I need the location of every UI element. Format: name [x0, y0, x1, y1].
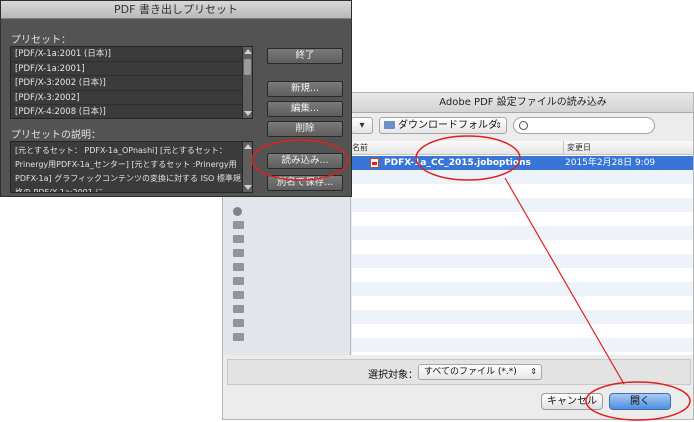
scroll-thumb[interactable] [244, 59, 251, 75]
folder-popup-label: ダウンロードフォルダ [398, 120, 498, 131]
empty-row [352, 226, 693, 240]
disc-icon[interactable] [233, 207, 242, 216]
new-button[interactable]: 新規... [267, 81, 343, 97]
search-input[interactable] [532, 119, 650, 132]
scroll-down-icon[interactable] [244, 111, 252, 116]
file-list: 名前 変更日 PDFX-1a_CC_2015.joboptions 2015年2… [352, 141, 693, 355]
description-label: プリセットの説明： [11, 130, 101, 141]
description-scrollbar[interactable] [242, 142, 252, 192]
empty-row [352, 324, 693, 338]
preset-list-scrollbar[interactable] [242, 47, 252, 118]
empty-row [352, 310, 693, 324]
folder-icon[interactable] [233, 333, 244, 341]
save-as-button[interactable]: 別名で保存... [267, 175, 343, 191]
empty-row [352, 268, 693, 282]
preset-dialog-title: PDF 書き出しプリセット [1, 1, 351, 19]
folder-icon [384, 121, 395, 129]
empty-row [352, 170, 693, 184]
chevron-updown-icon: ⇕ [495, 121, 502, 130]
file-modified-date: 2015年2月28日 9:09 [565, 158, 656, 168]
folder-popup[interactable]: ダウンロードフォルダ ⇕ [379, 117, 507, 134]
file-type-value: すべてのファイル (*.*) [424, 367, 517, 377]
pdf-file-icon [370, 158, 379, 168]
search-icon [519, 121, 528, 130]
presets-label: プリセット： [11, 35, 71, 46]
folder-icon[interactable] [233, 305, 244, 313]
empty-row [352, 184, 693, 198]
folder-icon[interactable] [233, 249, 244, 257]
folder-icon[interactable] [233, 291, 244, 299]
scroll-up-icon[interactable] [244, 49, 252, 54]
load-button[interactable]: 読み込み... [267, 153, 343, 169]
empty-row [352, 198, 693, 212]
pdf-preset-dialog: PDF 書き出しプリセット プリセット： [PDF/X-1a:2001 (日本)… [0, 0, 352, 197]
scroll-down-icon[interactable] [244, 185, 252, 190]
file-list-header: 名前 変更日 [352, 141, 693, 155]
column-modified-header[interactable]: 変更日 [563, 141, 591, 155]
column-name-header[interactable]: 名前 [352, 141, 368, 154]
preset-item[interactable]: [PDF/X-1a:2001 (日本)] [11, 47, 252, 62]
chevron-updown-icon: ⇕ [530, 367, 537, 376]
file-name: PDFX-1a_CC_2015.joboptions [384, 158, 531, 168]
preset-item[interactable]: [PDF/X-3:2002] [11, 91, 252, 105]
preset-description-box: [元とするセット： PDFX-1a_OPnashi] [元とするセット： Pri… [10, 141, 253, 193]
folder-icon[interactable] [233, 263, 244, 271]
file-type-select[interactable]: すべてのファイル (*.*) ⇕ [418, 364, 542, 380]
folder-icon[interactable] [233, 221, 244, 229]
cancel-button[interactable]: キャンセル [541, 393, 603, 410]
view-options-button[interactable]: ▾ [351, 117, 373, 134]
empty-row [352, 282, 693, 296]
folder-icon[interactable] [233, 319, 244, 327]
file-type-bar: 選択対象： すべてのファイル (*.*) ⇕ [227, 359, 691, 385]
edit-button[interactable]: 編集... [267, 101, 343, 117]
empty-row [352, 352, 693, 355]
done-button[interactable]: 終了 [267, 48, 343, 64]
file-list-rows: PDFX-1a_CC_2015.joboptions 2015年2月28日 9:… [352, 156, 693, 355]
preset-description-text: [元とするセット： PDFX-1a_OPnashi] [元とするセット： Pri… [15, 146, 241, 193]
empty-row [352, 296, 693, 310]
filter-label: 選択対象： [368, 370, 418, 381]
preset-list: [PDF/X-1a:2001 (日本)] [PDF/X-1a:2001] [PD… [10, 46, 253, 119]
search-field[interactable] [513, 117, 655, 134]
preset-item[interactable]: [PDF/X-4:2008 (日本)] [11, 105, 252, 118]
empty-row [352, 212, 693, 226]
empty-row [352, 254, 693, 268]
empty-row [352, 338, 693, 352]
scroll-up-icon[interactable] [244, 144, 252, 149]
preset-item[interactable]: [PDF/X-1a:2001] [11, 62, 252, 76]
empty-row [352, 240, 693, 254]
folder-icon[interactable] [233, 235, 244, 243]
folder-icon[interactable] [233, 277, 244, 285]
preset-item[interactable]: [PDF/X-3:2002 (日本)] [11, 76, 252, 91]
file-row-selected[interactable]: PDFX-1a_CC_2015.joboptions 2015年2月28日 9:… [352, 156, 693, 170]
delete-button[interactable]: 削除 [267, 121, 343, 137]
open-button[interactable]: 開く [609, 393, 671, 410]
